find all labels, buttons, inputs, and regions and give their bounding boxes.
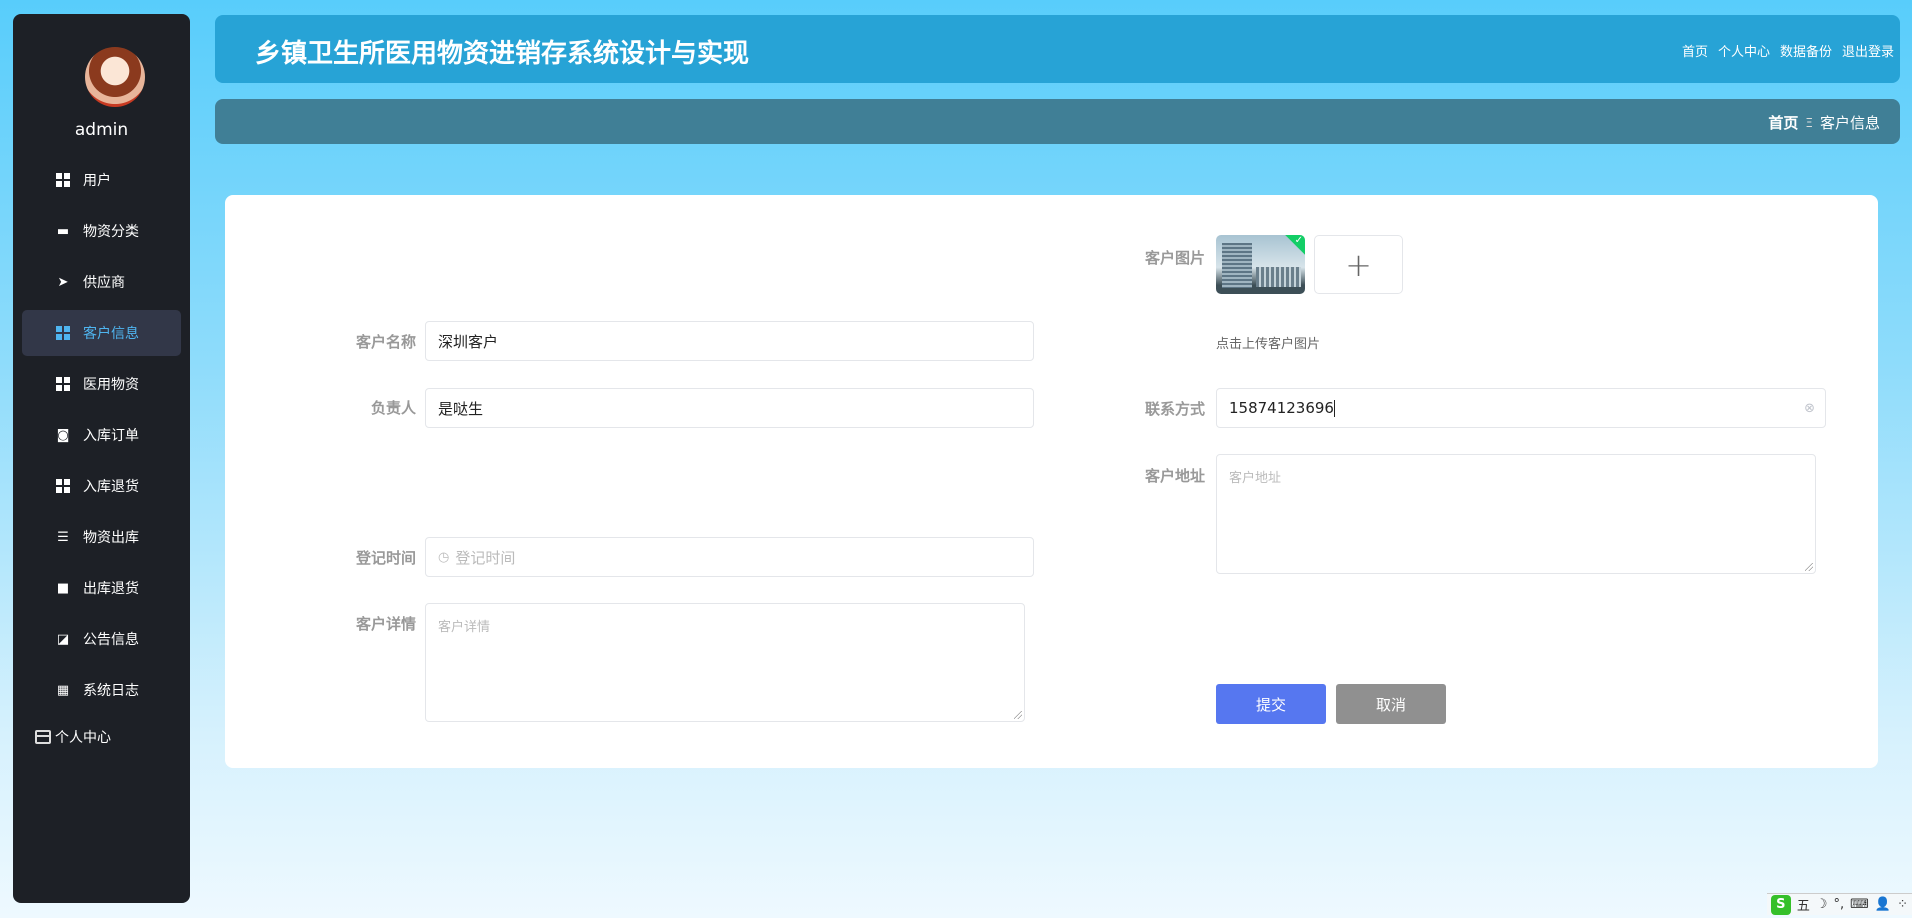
breadcrumb-bar: 首页 Ξ 客户信息 <box>215 99 1900 144</box>
address-placeholder: 客户地址 <box>1229 471 1282 486</box>
sidebar: admin 用户 ▬ 物资分类 ➤ 供应商 客户信息 医用物资 ◙ 入库订单 入库退货… <box>13 14 190 903</box>
apps-icon[interactable]: ⁘ <box>1897 897 1908 912</box>
reg-time-label: 登记时间 <box>355 549 416 567</box>
link-data-backup[interactable]: 数据备份 <box>1780 41 1832 60</box>
sliders-icon: ☰ <box>57 529 69 545</box>
sidebar-item-label: 系统日志 <box>83 683 139 699</box>
link-personal-center[interactable]: 个人中心 <box>1718 41 1770 60</box>
cancel-button[interactable]: 取消 <box>1336 684 1446 724</box>
uploaded-image-thumbnail[interactable]: ✓ <box>1216 235 1305 294</box>
customer-name-value: 深圳客户 <box>438 332 499 351</box>
sidebar-item-users[interactable]: 用户 <box>22 157 181 203</box>
manager-label: 负责人 <box>370 399 416 417</box>
avatar[interactable] <box>85 47 145 107</box>
customer-name-label: 客户名称 <box>355 333 416 351</box>
link-home[interactable]: 首页 <box>1682 41 1708 60</box>
sidebar-item-outbound-returns[interactable]: ■ 出库退货 <box>22 565 181 611</box>
send-icon: ➤ <box>57 274 69 290</box>
sidebar-item-inbound-returns[interactable]: 入库退货 <box>22 463 181 509</box>
punctuation-icon[interactable]: °, <box>1834 897 1845 912</box>
resize-handle[interactable] <box>1805 563 1813 571</box>
manager-input[interactable]: 是哒生 <box>425 388 1034 428</box>
wallet-icon: ◙ <box>56 427 70 443</box>
sidebar-item-personal-center[interactable]: 个人中心 <box>35 727 111 747</box>
sidebar-item-label: 物资出库 <box>83 530 139 546</box>
grid-icon <box>56 377 70 391</box>
app-title: 乡镇卫生所医用物资进销存系统设计与实现 <box>255 39 750 69</box>
breadcrumb-current: 客户信息 <box>1819 114 1880 132</box>
check-icon: ✓ <box>1294 235 1303 246</box>
detail-label: 客户详情 <box>355 615 416 633</box>
sidebar-item-label: 入库订单 <box>83 428 139 444</box>
customer-form: 客户名称 深圳客户 负责人 是哒生 登记时间 ◷ 登记时间 客户详情 客户详情 客… <box>225 195 1878 768</box>
sidebar-item-label: 个人中心 <box>55 730 111 746</box>
grid-icon <box>56 326 70 340</box>
user-icon[interactable]: 👤 <box>1875 897 1891 912</box>
top-links: 首页 个人中心 数据备份 退出登录 <box>1682 41 1894 60</box>
manager-value: 是哒生 <box>438 399 484 418</box>
ime-mode[interactable]: 五 <box>1797 895 1810 914</box>
sidebar-item-categories[interactable]: ▬ 物资分类 <box>22 208 181 254</box>
sidebar-item-medical-supplies[interactable]: 医用物资 <box>22 361 181 407</box>
resize-handle[interactable] <box>1014 711 1022 719</box>
image-label: 客户图片 <box>1144 249 1205 267</box>
ime-toolbar[interactable]: S 五 ☽ °, ⌨ 👤 ⁘ <box>1766 893 1912 915</box>
grid-icon <box>56 173 70 187</box>
sidebar-item-label: 公告信息 <box>83 632 139 648</box>
sidebar-item-label: 用户 <box>83 173 111 189</box>
sidebar-item-suppliers[interactable]: ➤ 供应商 <box>22 259 181 305</box>
sidebar-item-system-log[interactable]: ▦ 系统日志 <box>22 667 181 713</box>
grid-icon <box>56 479 70 493</box>
table-icon: ▦ <box>56 682 70 698</box>
upload-image-button[interactable]: + <box>1314 235 1403 294</box>
customer-name-input[interactable]: 深圳客户 <box>425 321 1034 361</box>
breadcrumb-home[interactable]: 首页 <box>1768 112 1798 133</box>
breadcrumb: 首页 Ξ 客户信息 <box>1768 112 1880 133</box>
contact-value: 15874123696 <box>1229 399 1334 417</box>
keyboard-icon[interactable]: ⌨ <box>1850 897 1869 912</box>
sidebar-item-outbound[interactable]: ☰ 物资出库 <box>22 514 181 560</box>
sidebar-item-label: 物资分类 <box>83 224 139 240</box>
sidebar-item-inbound-orders[interactable]: ◙ 入库订单 <box>22 412 181 458</box>
submit-button[interactable]: 提交 <box>1216 684 1326 724</box>
ticket-icon: ▬ <box>56 223 70 239</box>
chart-icon: ◪ <box>56 631 70 647</box>
card-icon <box>35 730 51 744</box>
upload-hint: 点击上传客户图片 <box>1216 337 1321 352</box>
sidebar-item-announcements[interactable]: ◪ 公告信息 <box>22 616 181 662</box>
moon-icon[interactable]: ☽ <box>1816 897 1828 912</box>
username: admin <box>74 120 129 140</box>
contact-input[interactable]: 15874123696 ⊗ <box>1216 388 1826 428</box>
contact-label: 联系方式 <box>1144 400 1205 418</box>
sidebar-item-label: 客户信息 <box>83 326 139 342</box>
top-header: 乡镇卫生所医用物资进销存系统设计与实现 首页 个人中心 数据备份 退出登录 <box>215 15 1900 83</box>
clear-icon[interactable]: ⊗ <box>1804 401 1815 416</box>
sidebar-item-label: 医用物资 <box>83 377 139 393</box>
link-logout[interactable]: 退出登录 <box>1842 41 1894 60</box>
reg-time-picker[interactable]: ◷ 登记时间 <box>425 537 1034 577</box>
breadcrumb-separator: Ξ <box>1805 115 1813 130</box>
clock-icon: ◷ <box>438 549 450 565</box>
reg-time-placeholder: 登记时间 <box>455 548 516 567</box>
detail-textarea[interactable]: 客户详情 <box>425 603 1025 722</box>
ime-logo-icon[interactable]: S <box>1770 894 1791 915</box>
briefcase-icon: ■ <box>56 580 70 596</box>
plus-icon: + <box>1345 245 1372 284</box>
address-label: 客户地址 <box>1144 467 1205 485</box>
sidebar-item-label: 出库退货 <box>83 581 139 597</box>
sidebar-item-label: 入库退货 <box>83 479 139 495</box>
address-textarea[interactable]: 客户地址 <box>1216 454 1816 574</box>
sidebar-item-customers[interactable]: 客户信息 <box>22 310 181 356</box>
sidebar-item-label: 供应商 <box>83 275 125 291</box>
detail-placeholder: 客户详情 <box>438 620 491 635</box>
